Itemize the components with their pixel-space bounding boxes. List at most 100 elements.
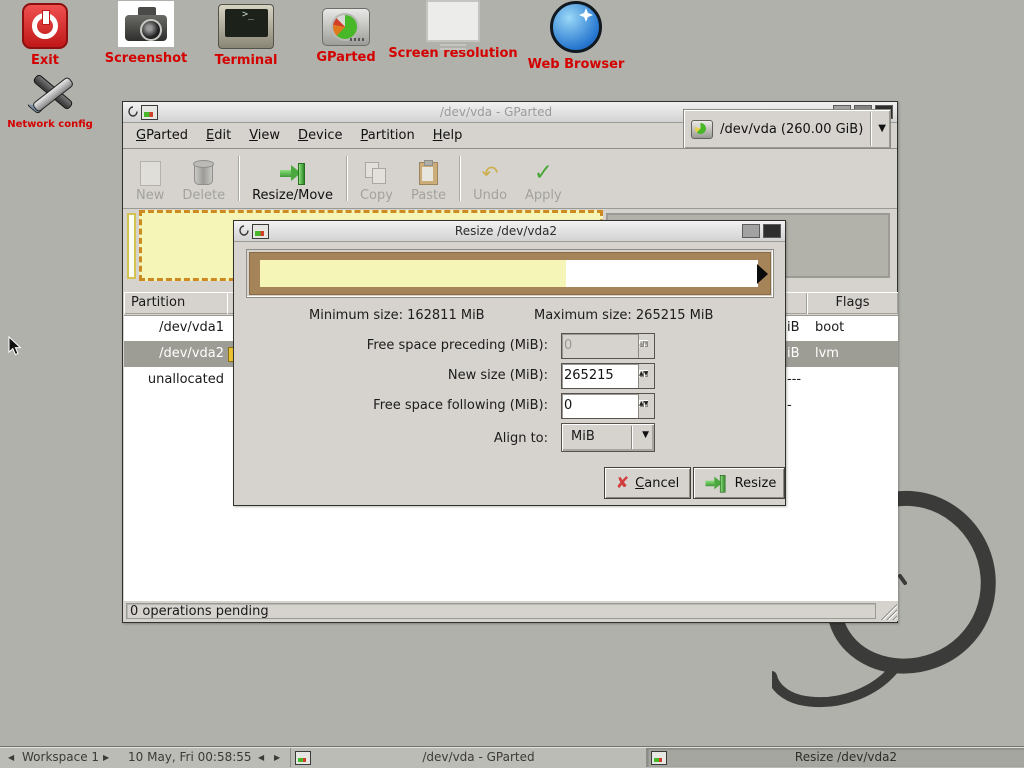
resize-slider-free-space <box>260 260 758 287</box>
trash-icon <box>194 162 213 185</box>
terminal-icon: >_ <box>218 4 274 49</box>
gparted-window-icon <box>252 224 269 239</box>
pending-operations-status: 0 operations pending <box>126 603 876 619</box>
copy-icon <box>365 162 387 184</box>
free-space-preceding-spinner[interactable]: ▲▼ <box>561 333 655 359</box>
gparted-task-icon <box>651 751 667 765</box>
taskbar-task-gparted[interactable]: /dev/vda - GParted <box>290 748 646 767</box>
taskbar: ◀ Workspace 1 ▶ 10 May, Fri 00:58:55 ◀ ▶… <box>0 746 1024 768</box>
mouse-cursor <box>8 336 22 356</box>
delete-button[interactable]: Delete <box>173 151 234 206</box>
desktop-icon-label: Web Browser <box>512 57 640 72</box>
dialog-close-button[interactable] <box>763 224 781 238</box>
menu-help[interactable]: Help <box>424 125 472 146</box>
debian-swirl-icon <box>238 223 249 240</box>
resize-arrow-icon <box>279 162 306 184</box>
resize-button[interactable]: Resize <box>693 467 785 499</box>
chevron-down-icon: ▼ <box>878 124 886 134</box>
new-size-label: New size (MiB): <box>246 368 548 383</box>
gparted-task-icon <box>295 751 311 765</box>
spin-up-icon[interactable]: ▲ <box>639 340 644 347</box>
spin-up-icon[interactable]: ▲ <box>639 370 644 377</box>
desktop-icon-screen-resolution[interactable]: Screen resolution <box>386 0 520 61</box>
spin-up-icon[interactable]: ▲ <box>639 400 644 407</box>
paste-icon <box>419 162 438 185</box>
desktop: Exit Screenshot >_ Terminal GParted Scre… <box>0 0 1024 768</box>
task-next-arrow[interactable]: ▶ <box>274 747 280 768</box>
column-header-flags[interactable]: Flags <box>807 292 898 314</box>
monitor-icon <box>426 0 480 42</box>
desktop-icon-label: Network config <box>5 119 95 130</box>
dialog-titlebar[interactable]: Resize /dev/vda2 <box>234 221 785 242</box>
align-to-value: MiB <box>571 429 595 444</box>
workspace-prev-arrow[interactable]: ◀ <box>8 747 14 768</box>
menu-edit[interactable]: Edit <box>197 125 240 146</box>
globe-icon <box>550 1 602 53</box>
desktop-icon-web-browser[interactable]: Web Browser <box>512 1 640 72</box>
resize-move-button[interactable]: Resize/Move <box>243 151 342 206</box>
free-space-preceding-label: Free space preceding (MiB): <box>246 338 548 353</box>
desktop-icon-gparted[interactable]: GParted <box>304 8 388 65</box>
align-to-dropdown[interactable]: MiB ▼ <box>561 423 655 452</box>
device-selector[interactable]: /dev/vda (260.00 GiB) ▼ <box>683 109 891 149</box>
task-prev-arrow[interactable]: ◀ <box>258 747 264 768</box>
spin-down-icon[interactable]: ▼ <box>644 370 649 377</box>
column-header-partition[interactable]: Partition <box>124 292 234 314</box>
resize-right-handle[interactable] <box>757 264 768 284</box>
paste-button[interactable]: Paste <box>402 151 455 206</box>
free-space-following-input[interactable] <box>564 396 632 414</box>
free-space-preceding-input[interactable] <box>564 336 632 354</box>
desktop-icon-label: Screenshot <box>104 51 188 66</box>
menu-partition[interactable]: Partition <box>352 125 424 146</box>
dialog-title: Resize /dev/vda2 <box>273 224 739 238</box>
crossed-tools-icon <box>26 71 74 115</box>
clock: 10 May, Fri 00:58:55 <box>128 747 252 768</box>
dialog-maximize-button[interactable] <box>742 224 760 238</box>
maximum-size-label: Maximum size: 265215 MiB <box>534 308 713 323</box>
resize-slider[interactable] <box>246 249 774 298</box>
resize-button-label: Resize <box>735 476 777 491</box>
debian-swirl-icon <box>127 104 138 121</box>
gparted-window-icon <box>141 105 158 120</box>
apply-check-icon: ✓ <box>534 162 553 185</box>
camera-icon <box>118 1 174 47</box>
status-bar: 0 operations pending <box>124 600 898 621</box>
desktop-icon-screenshot[interactable]: Screenshot <box>104 1 188 66</box>
menu-gparted[interactable]: GParted <box>127 125 197 146</box>
desktop-icon-label: Exit <box>13 53 77 68</box>
free-space-following-label: Free space following (MiB): <box>246 398 548 413</box>
undo-button[interactable]: ↶ Undo <box>464 151 516 206</box>
gparted-drive-icon <box>322 8 370 46</box>
taskbar-task-resize-dialog[interactable]: Resize /dev/vda2 <box>646 748 1024 767</box>
minimum-size-label: Minimum size: 162811 MiB <box>309 308 485 323</box>
exit-icon <box>22 3 68 49</box>
copy-button[interactable]: Copy <box>351 151 402 206</box>
cancel-button-label: Cancel <box>635 476 679 491</box>
new-size-input[interactable] <box>564 366 632 384</box>
spin-down-icon[interactable]: ▼ <box>644 400 649 407</box>
new-size-spinner[interactable]: ▲▼ <box>561 363 655 389</box>
resize-dialog: Resize /dev/vda2 Minimum size: 162811 Mi… <box>233 220 786 506</box>
desktop-icon-label: Screen resolution <box>386 46 520 61</box>
align-to-label: Align to: <box>246 431 548 446</box>
drive-icon <box>691 120 713 139</box>
workspace-next-arrow[interactable]: ▶ <box>103 747 109 768</box>
device-selector-value: /dev/vda (260.00 GiB) <box>720 122 863 137</box>
partition-visual-vda1[interactable] <box>127 213 136 279</box>
free-space-following-spinner[interactable]: ▲▼ <box>561 393 655 419</box>
new-button[interactable]: New <box>127 151 173 206</box>
undo-icon: ↶ <box>482 163 499 183</box>
chevron-down-icon: ▼ <box>642 431 649 440</box>
cancel-button[interactable]: ✘ Cancel <box>604 467 691 499</box>
workspace-label[interactable]: Workspace 1 <box>22 747 99 768</box>
apply-button[interactable]: ✓ Apply <box>516 151 571 206</box>
resize-grip[interactable] <box>879 602 897 620</box>
resize-slider-track <box>249 252 771 295</box>
menu-device[interactable]: Device <box>289 125 351 146</box>
desktop-icon-exit[interactable]: Exit <box>13 3 77 68</box>
spin-down-icon[interactable]: ▼ <box>644 340 649 347</box>
resize-arrow-icon <box>704 474 726 492</box>
desktop-icon-terminal[interactable]: >_ Terminal <box>204 4 288 68</box>
desktop-icon-network-config[interactable]: Network config <box>5 71 95 130</box>
menu-view[interactable]: View <box>240 125 289 146</box>
